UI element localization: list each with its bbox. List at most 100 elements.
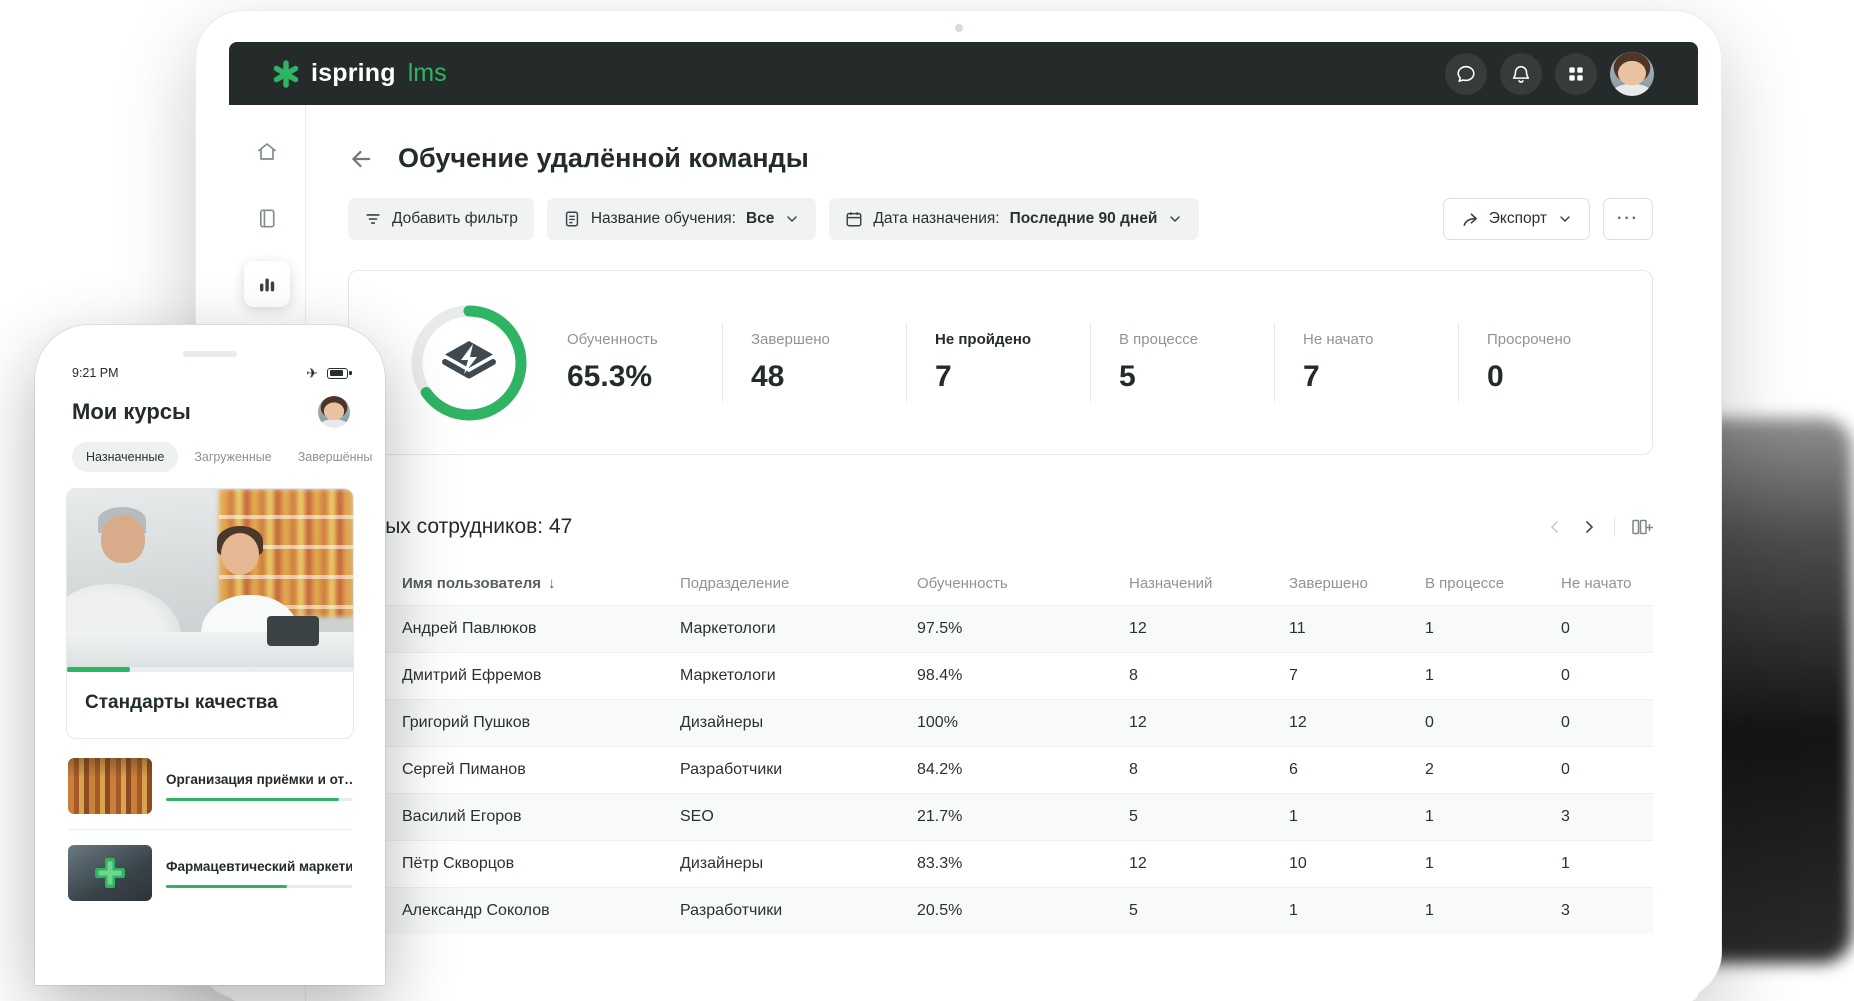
cell-assigned: 12 — [1129, 714, 1147, 731]
status-time: 9:21 PM — [72, 366, 119, 380]
cell-department: Дизайнеры — [680, 855, 764, 872]
phone-device: 9:21 PM ✈ Мои курсы Назначенные Загружен… — [35, 325, 385, 985]
divider — [1614, 517, 1615, 537]
cell-in-progress: 1 — [1425, 667, 1434, 684]
tab-assigned[interactable]: Назначенные — [72, 442, 179, 472]
tab-finished[interactable]: Завершённые — [288, 442, 372, 472]
cell-department: SEO — [680, 808, 714, 825]
cell-in-progress: 1 — [1425, 620, 1434, 637]
add-filter-label: Добавить фильтр — [392, 210, 518, 227]
apps-grid-icon — [1569, 66, 1583, 81]
course-filter-chip[interactable]: Название обучения: Все — [546, 198, 817, 240]
course-progress-fill — [166, 884, 287, 888]
column-in-progress[interactable]: В процессе — [1425, 575, 1561, 592]
app-header: ispring lms — [229, 42, 1698, 105]
table-row[interactable]: Сергей Пиманов Разработчики 84.2% 8 6 2 … — [348, 746, 1653, 793]
list-item[interactable]: Фармацевтический маркетинг — [68, 829, 352, 916]
export-label: Экспорт — [1488, 210, 1547, 227]
sidebar-item-courses[interactable] — [244, 195, 290, 241]
table-row[interactable]: Григорий Пушков Дизайнеры 100% 12 12 0 0 — [348, 699, 1653, 746]
table-row[interactable]: Александр Соколов Разработчики 20.5% 5 1… — [348, 887, 1653, 934]
home-icon — [258, 143, 276, 160]
more-actions-button[interactable]: ··· — [1603, 198, 1653, 240]
employees-table-section: Обученных сотрудников: 47 Имя пользовате… — [301, 515, 1653, 934]
column-trained[interactable]: Обученность — [917, 575, 1129, 592]
add-filter-button[interactable]: Добавить фильтр — [348, 198, 534, 240]
prev-page-button[interactable] — [1546, 518, 1564, 536]
chevron-down-icon — [787, 216, 798, 222]
cell-department: Разработчики — [680, 761, 783, 778]
columns-plus-icon — [1632, 519, 1653, 535]
cell-in-progress: 2 — [1425, 761, 1434, 778]
battery-icon — [327, 367, 352, 379]
cell-in-progress: 1 — [1425, 808, 1434, 825]
register-graphic — [266, 616, 319, 647]
header-actions — [1445, 51, 1654, 96]
cell-user-name: Дмитрий Ефремов — [402, 667, 542, 684]
export-button[interactable]: Экспорт — [1442, 198, 1590, 240]
cell-assigned: 5 — [1129, 902, 1138, 919]
back-button[interactable] — [348, 146, 374, 172]
column-department[interactable]: Подразделение — [680, 575, 917, 592]
course-thumbnail — [68, 758, 152, 814]
asterisk-logo-icon — [273, 59, 299, 88]
cell-not-started: 3 — [1561, 902, 1570, 919]
cell-not-started: 0 — [1561, 667, 1570, 684]
bar-chart-icon — [260, 278, 275, 292]
summary-card: Обученность 65.3% Завершено 48 Не пройде… — [348, 270, 1653, 455]
featured-course-card[interactable]: Стандарты качества — [66, 488, 354, 739]
course-title: Организация приёмки и от… — [166, 771, 352, 787]
cell-not-started: 0 — [1561, 761, 1570, 778]
next-page-button[interactable] — [1580, 518, 1598, 536]
airplane-mode-icon: ✈ — [306, 365, 318, 381]
chat-button[interactable] — [1445, 52, 1487, 95]
sidebar-item-home[interactable] — [244, 129, 290, 175]
cell-department: Маркетологи — [680, 667, 776, 684]
stat-overdue: Просрочено 0 — [1458, 323, 1642, 402]
table-row[interactable]: Василий Егоров SEO 21.7% 5 1 1 3 — [348, 793, 1653, 840]
calendar-icon — [846, 212, 862, 227]
cell-completed: 11 — [1289, 620, 1306, 637]
filters-bar: Добавить фильтр Название обучения: Все Д… — [348, 198, 1653, 240]
chevron-left-icon — [1551, 521, 1558, 533]
chevron-down-icon — [1170, 216, 1181, 222]
column-completed[interactable]: Завершено — [1289, 575, 1425, 592]
courses-tabs: Назначенные Загруженные Завершённые — [48, 442, 372, 472]
cell-user-name: Сергей Пиманов — [402, 761, 526, 778]
cell-user-name: Пётр Скворцов — [402, 855, 515, 872]
sort-desc-icon: ↓ — [547, 574, 556, 592]
cell-completed: 7 — [1289, 667, 1298, 684]
course-list: Организация приёмки и от… Фармацевтическ… — [68, 743, 352, 916]
cell-trained: 98.4% — [917, 667, 963, 684]
course-filter-value: Все — [745, 210, 775, 227]
book-icon — [259, 209, 275, 227]
sidebar-item-reports[interactable] — [244, 261, 290, 307]
table-row[interactable]: Пётр Скворцов Дизайнеры 83.3% 12 10 1 1 — [348, 840, 1653, 887]
cell-user-name: Андрей Павлюков — [402, 620, 537, 637]
cell-completed: 1 — [1289, 902, 1298, 919]
column-user-name[interactable]: Имя пользователя ↓ — [402, 575, 680, 592]
mobile-user-avatar[interactable] — [318, 396, 350, 428]
list-item[interactable]: Организация приёмки и от… — [68, 743, 352, 829]
column-not-started[interactable]: Не начато — [1561, 575, 1653, 592]
notifications-button[interactable] — [1500, 52, 1542, 95]
course-progress-track — [166, 797, 352, 801]
cell-completed: 12 — [1289, 714, 1307, 731]
table-row[interactable]: Андрей Павлюков Маркетологи 97.5% 12 11 … — [348, 605, 1653, 652]
cell-assigned: 8 — [1129, 667, 1138, 684]
cell-assigned: 5 — [1129, 808, 1138, 825]
user-avatar[interactable] — [1610, 51, 1654, 96]
course-progress-fill — [67, 667, 130, 672]
tab-downloaded[interactable]: Загруженные — [184, 442, 281, 472]
column-assigned[interactable]: Назначений — [1129, 575, 1289, 592]
table-row[interactable]: Дмитрий Ефремов Маркетологи 98.4% 8 7 1 … — [348, 652, 1653, 699]
add-columns-button[interactable] — [1631, 518, 1653, 536]
stat-failed: Не пройдено 7 — [906, 323, 1090, 402]
ispring-logo: ispring lms — [271, 59, 447, 89]
date-filter-chip[interactable]: Дата назначения: Последние 90 дней — [829, 198, 1200, 240]
apps-button[interactable] — [1555, 52, 1597, 95]
page-title: Обучение удалённой команды — [398, 143, 809, 173]
chevron-right-icon — [1586, 521, 1593, 533]
cell-completed: 6 — [1289, 761, 1298, 778]
course-progress-fill — [166, 797, 339, 801]
